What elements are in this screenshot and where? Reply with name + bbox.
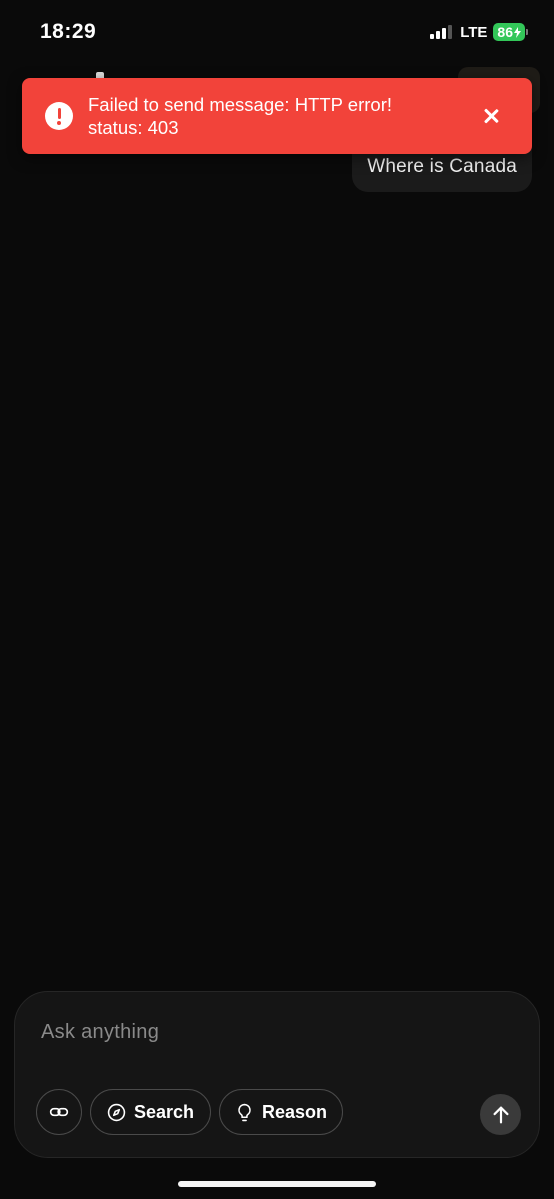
reason-button-label: Reason xyxy=(261,1101,328,1122)
home-indicator[interactable] xyxy=(178,1181,376,1187)
charging-bolt-icon xyxy=(514,26,521,38)
battery-icon: 86 xyxy=(493,23,528,41)
search-button-label: Search xyxy=(133,1101,195,1122)
arrow-up-icon xyxy=(492,1106,509,1123)
status-bar: 18:29 LTE 86 xyxy=(0,0,554,66)
error-icon xyxy=(45,102,73,130)
lightbulb-icon xyxy=(238,1103,251,1121)
error-toast: Failed to send message: HTTP error! stat… xyxy=(22,78,532,154)
cellular-signal-icon xyxy=(430,25,453,39)
user-message-text: Where is Canada xyxy=(367,156,517,177)
attach-link-button[interactable] xyxy=(36,1089,82,1135)
message-composer: Search Reason xyxy=(14,991,540,1158)
status-time: 18:29 xyxy=(40,20,97,43)
network-type: LTE xyxy=(460,23,488,41)
message-input[interactable] xyxy=(41,1016,461,1048)
link-icon xyxy=(49,1107,69,1117)
error-toast-message: Failed to send message: HTTP error! stat… xyxy=(88,94,393,138)
battery-level: 86 xyxy=(497,24,513,40)
compass-icon xyxy=(107,1103,126,1121)
status-indicators: LTE 86 xyxy=(430,23,528,41)
search-button[interactable]: Search xyxy=(90,1089,211,1135)
send-button[interactable] xyxy=(480,1094,521,1135)
close-icon[interactable] xyxy=(478,103,504,129)
reason-button[interactable]: Reason xyxy=(219,1089,343,1135)
